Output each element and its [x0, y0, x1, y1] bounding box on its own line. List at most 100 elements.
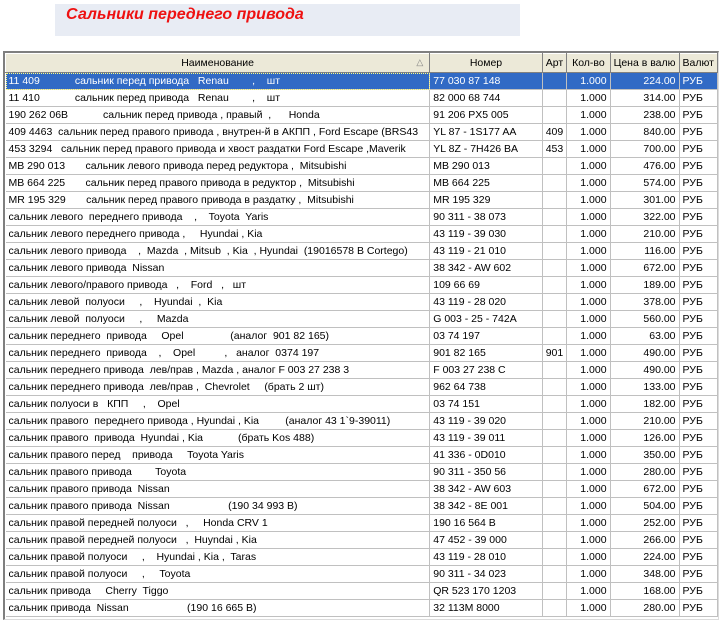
cell-name: 11 409 сальник перед привода Renau , шт	[5, 72, 431, 90]
cell-price: 63.00	[610, 327, 680, 345]
cell-currency: РУБ	[679, 361, 718, 379]
cell-price: 210.00	[610, 412, 680, 430]
table-row[interactable]: сальник правой передней полуоси , Huynda…	[5, 531, 718, 549]
cell-number: 32 113M 8000	[429, 599, 543, 617]
column-header-quantity[interactable]: Кол-во	[566, 53, 611, 73]
cell-number: 90 311 - 350 56	[429, 463, 543, 481]
cell-currency: РУБ	[679, 480, 718, 498]
cell-price: 672.00	[610, 480, 680, 498]
cell-name: сальник левого привода Nissan	[5, 259, 431, 277]
cell-article	[542, 565, 568, 583]
cell-name: сальник правой передней полуоси , Huynda…	[5, 531, 431, 549]
cell-currency: РУБ	[679, 191, 718, 209]
table-row[interactable]: сальник правого переднего привода , Hyun…	[5, 412, 718, 430]
cell-quantity: 1.000	[566, 344, 611, 362]
table-row[interactable]: MB 664 225 сальник перед правого привода…	[5, 174, 718, 192]
cell-currency: РУБ	[679, 327, 718, 345]
cell-article	[542, 446, 568, 464]
table-row[interactable]: 409 4463 сальник перед правого привода ,…	[5, 123, 718, 141]
cell-price: 378.00	[610, 293, 680, 311]
cell-quantity: 1.000	[566, 191, 611, 209]
cell-price: 126.00	[610, 429, 680, 447]
page-title: Сальники переднего привода	[66, 6, 304, 23]
cell-price: 840.00	[610, 123, 680, 141]
cell-quantity: 1.000	[566, 361, 611, 379]
cell-quantity: 1.000	[566, 514, 611, 532]
table-row[interactable]: сальник переднего привода Opel (аналог 9…	[5, 327, 718, 345]
cell-article	[542, 412, 568, 430]
cell-number: F 003 27 238 C	[429, 361, 543, 379]
cell-name: сальник левого/правого привода , Ford , …	[5, 276, 431, 294]
column-header-price[interactable]: Цена в валю	[609, 53, 680, 73]
column-header-label: Номер	[469, 57, 503, 69]
table-row[interactable]: 11 409 сальник перед привода Renau , шт 7…	[5, 72, 718, 90]
table-row[interactable]: сальник привода Nissan (190 16 665 В) 32 …	[5, 599, 718, 617]
cell-article	[542, 225, 568, 243]
cell-name: сальник правого перед привода Toyota Yar…	[5, 446, 431, 464]
parts-table: Наименование △ Номер Арт Кол-во Цена в в…	[5, 53, 718, 617]
table-row[interactable]: 453 3294 сальник перед правого привода и…	[5, 140, 718, 158]
table-row[interactable]: сальник левого/правого привода , Ford , …	[5, 276, 718, 294]
cell-number: 43 119 - 39 011	[429, 429, 543, 447]
cell-price: 504.00	[610, 497, 680, 515]
cell-price: 574.00	[610, 174, 680, 192]
cell-price: 189.00	[610, 276, 680, 294]
cell-price: 252.00	[610, 514, 680, 532]
cell-quantity: 1.000	[566, 497, 611, 515]
cell-name: сальник левого переднего привода , Hyund…	[5, 225, 431, 243]
column-header-number[interactable]: Номер	[429, 53, 543, 73]
cell-quantity: 1.000	[566, 480, 611, 498]
cell-price: 314.00	[610, 89, 680, 107]
cell-name: сальник правого привода Nissan	[5, 480, 431, 498]
cell-quantity: 1.000	[566, 378, 611, 396]
table-row[interactable]: сальник правого привода Nissan (190 34 9…	[5, 497, 718, 515]
table-row[interactable]: сальник правой передней полуоси , Honda …	[5, 514, 718, 532]
table-row[interactable]: 11 410 сальник перед привода Renau , шт 8…	[5, 89, 718, 107]
cell-number: 38 342 - 8E 001	[429, 497, 543, 515]
table-row[interactable]: сальник правого привода Nissan 38 342 - A…	[5, 480, 718, 498]
cell-article	[542, 89, 568, 107]
table-row[interactable]: сальник левой полуоси , Mazda G 003 - 25 …	[5, 310, 718, 328]
table-row[interactable]: сальник переднего привода лев/прав , Maz…	[5, 361, 718, 379]
table-row[interactable]: сальник правой полуоси , Toyota 90 311 - …	[5, 565, 718, 583]
cell-price: 168.00	[610, 582, 680, 600]
table-row[interactable]: сальник правого перед привода Toyota Yar…	[5, 446, 718, 464]
cell-price: 476.00	[610, 157, 680, 175]
parts-grid[interactable]: Наименование △ Номер Арт Кол-во Цена в в…	[3, 51, 719, 620]
cell-price: 301.00	[610, 191, 680, 209]
column-header-currency[interactable]: Валют	[678, 53, 718, 73]
cell-price: 224.00	[610, 72, 680, 90]
table-row[interactable]: сальник привода Cherry Tiggo QR 523 170 1…	[5, 582, 718, 600]
table-row[interactable]: MB 290 013 сальник левого привода перед …	[5, 157, 718, 175]
table-row[interactable]: сальник правой полуоси , Hyundai , Kia ,…	[5, 548, 718, 566]
cell-number: MB 290 013	[429, 157, 543, 175]
cell-quantity: 1.000	[566, 225, 611, 243]
column-header-article[interactable]: Арт	[541, 53, 568, 73]
table-row[interactable]: сальник левого привода Nissan 38 342 - AW…	[5, 259, 718, 277]
cell-quantity: 1.000	[566, 463, 611, 481]
table-row[interactable]: сальник переднего привода лев/прав , Che…	[5, 378, 718, 396]
table-row[interactable]: сальник правого привода Hyundai , Kia (б…	[5, 429, 718, 447]
table-row[interactable]: сальник правого привода Toyota 90 311 - 3…	[5, 463, 718, 481]
table-row[interactable]: 190 262 06В сальник перед привода , прав…	[5, 106, 718, 124]
cell-price: 700.00	[610, 140, 680, 158]
sort-ascending-icon: △	[416, 57, 424, 67]
table-row[interactable]: сальник левого переднего привода , Hyund…	[5, 225, 718, 243]
column-header-label: Наименование	[181, 57, 255, 69]
table-row[interactable]: сальник полуоси в КПП , Opel 03 74 151 1.0…	[5, 395, 718, 413]
cell-article: 901	[542, 344, 568, 362]
table-row[interactable]: сальник переднего привода , Opel , анало…	[5, 344, 718, 362]
cell-article: 409	[542, 123, 568, 141]
table-row[interactable]: сальник левого привода , Mazda , Mitsub …	[5, 242, 718, 260]
cell-article	[542, 276, 568, 294]
cell-currency: РУБ	[679, 412, 718, 430]
cell-currency: РУБ	[679, 140, 718, 158]
table-row[interactable]: MR 195 329 сальник перед правого привода…	[5, 191, 718, 209]
cell-name: 409 4463 сальник перед правого привода ,…	[5, 123, 431, 141]
cell-name: сальник правой полуоси , Hyundai , Kia ,…	[5, 548, 431, 566]
table-row[interactable]: сальник левой полуоси , Hyundai , Kia 43 …	[5, 293, 718, 311]
cell-currency: РУБ	[679, 497, 718, 515]
cell-price: 672.00	[610, 259, 680, 277]
table-row[interactable]: сальник левого переднего привода , Toyot…	[5, 208, 718, 226]
column-header-name[interactable]: Наименование △	[5, 53, 431, 73]
